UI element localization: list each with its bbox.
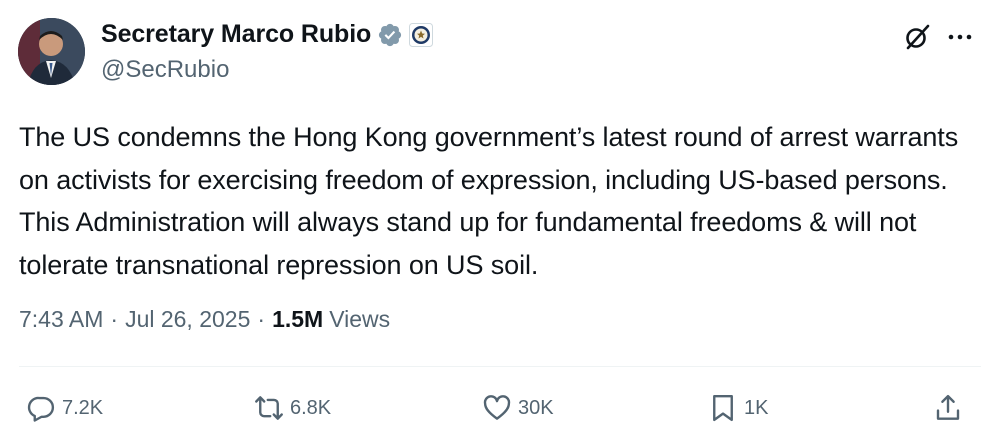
avatar-image [18,18,85,85]
avatar[interactable] [18,18,85,85]
state-department-seal-icon[interactable] [409,22,434,47]
tweet-time[interactable]: 7:43 AM [19,306,103,333]
bookmark-count: 1K [744,396,769,419]
reply-button[interactable]: 7.2K [26,388,103,428]
author-name-row: Secretary Marco Rubio [101,20,434,49]
bookmark-button[interactable]: 1K [708,388,768,428]
like-count: 30K [518,396,554,419]
verified-badge-icon[interactable] [377,22,403,48]
divider [19,366,981,367]
author-display-name[interactable]: Secretary Marco Rubio [101,20,371,49]
repost-icon [255,396,283,420]
bookmark-icon [713,394,733,422]
more-options-icon[interactable] [945,22,975,52]
share-icon [936,394,960,420]
tweet-text: The US condemns the Hong Kong government… [19,122,959,280]
tweet-date[interactable]: Jul 26, 2025 [125,306,250,333]
heart-icon [483,395,511,420]
share-button[interactable] [933,388,963,428]
tweet-meta: 7:43 AM · Jul 26, 2025 · 1.5M Views [19,306,390,333]
reply-icon [27,396,55,422]
views-count[interactable]: 1.5M [272,306,323,333]
reply-count: 7.2K [62,396,104,419]
grok-icon[interactable] [902,22,932,52]
like-button[interactable]: 30K [482,388,554,428]
author-handle[interactable]: @SecRubio [101,56,229,84]
repost-button[interactable]: 6.8K [254,388,331,428]
meta-separator: · [257,306,266,332]
repost-count: 6.8K [290,396,332,419]
meta-separator: · [110,306,119,332]
views-label[interactable]: Views [329,306,390,333]
